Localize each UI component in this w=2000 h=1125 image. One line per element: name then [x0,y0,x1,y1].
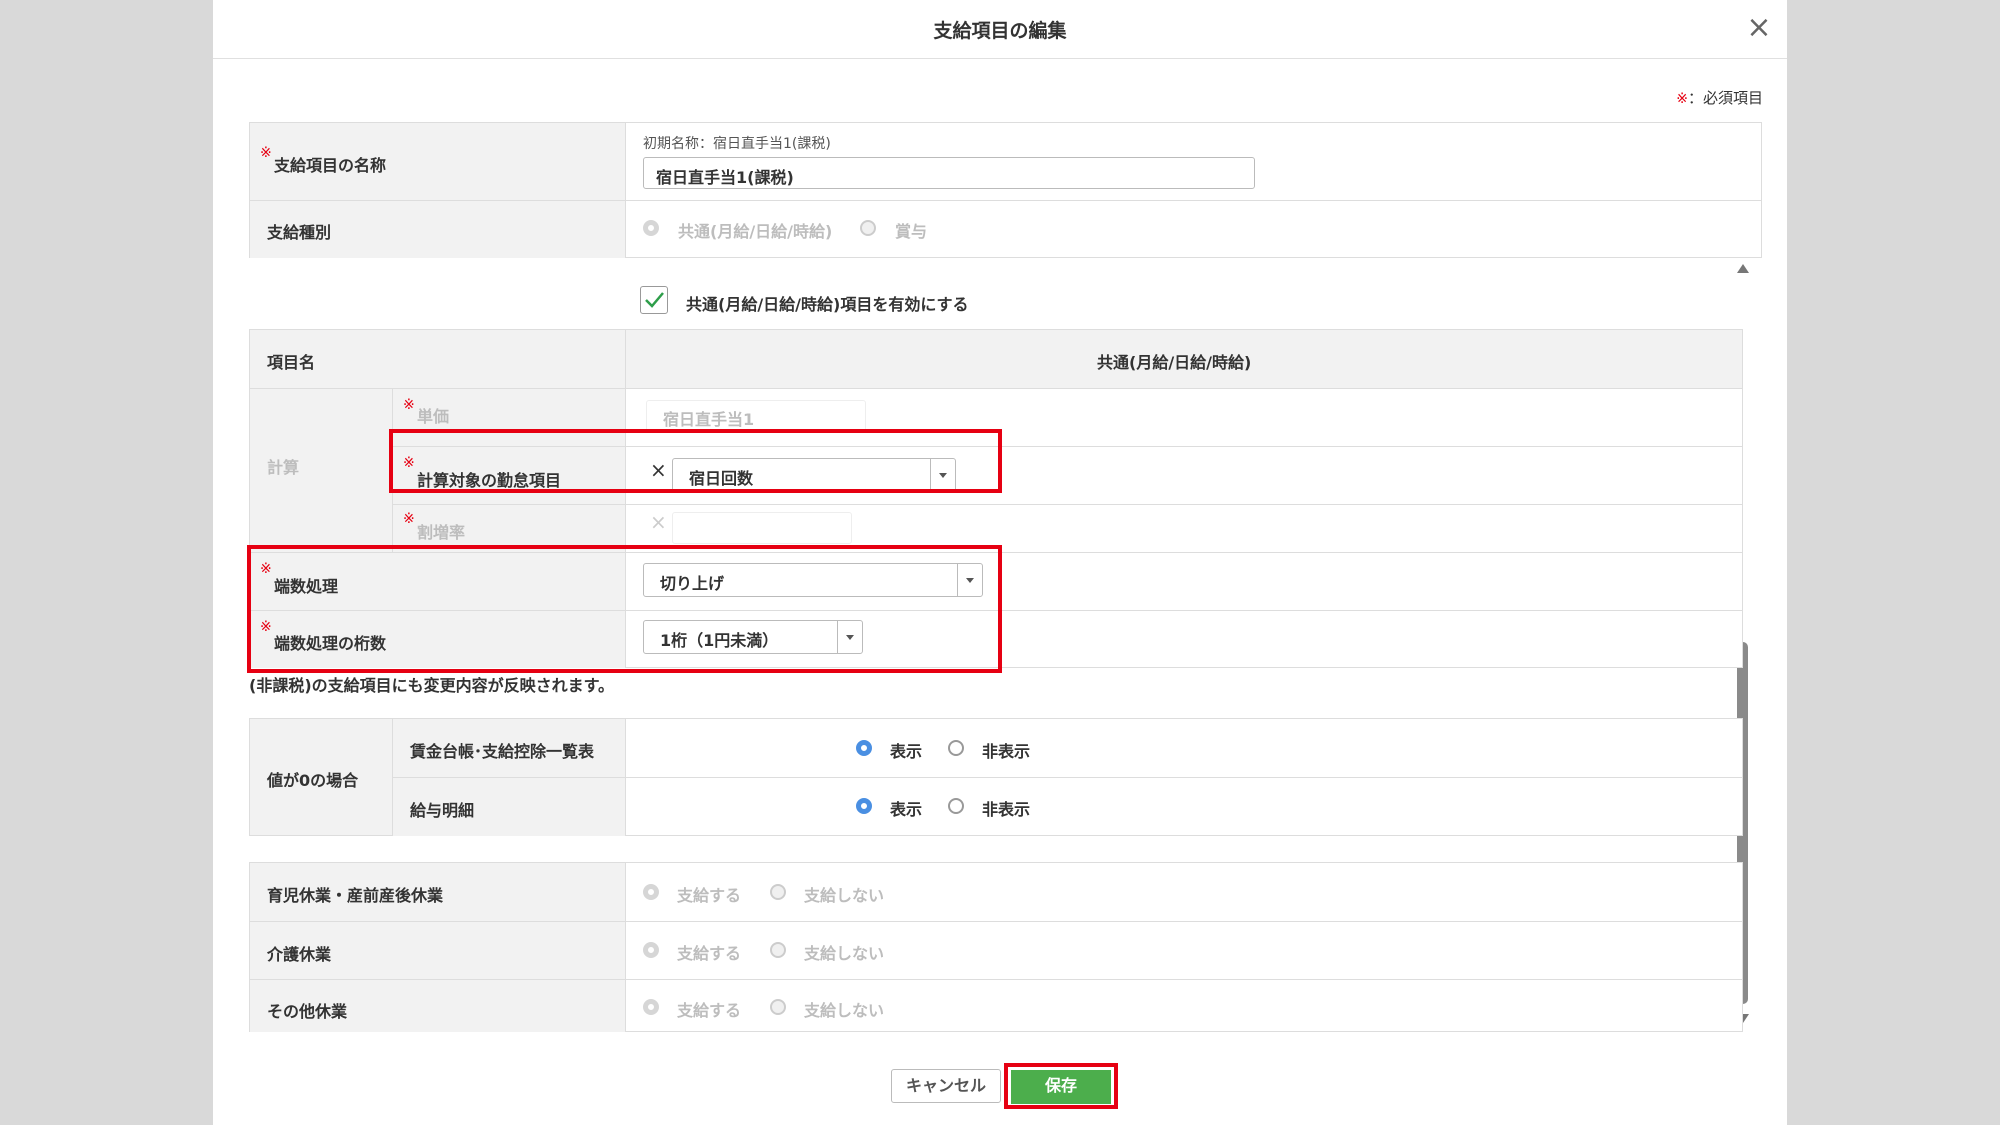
grid-row-divider [626,979,1742,981]
item-name-input[interactable]: 宿日直手当1(課税) [643,157,1255,189]
pay-type-row-divider [625,200,1761,202]
scroll-up-arrow-icon[interactable] [1737,264,1749,273]
grid-header-left-label: 項目名 [267,353,316,372]
childcare-pay-label: 支給する [677,886,742,905]
required-note-text: ：必須項目 [1687,89,1763,107]
required-note: ※：必須項目 [1653,87,1763,108]
ledger-label-cell: 賃金台帳･支給控除一覧表 [393,719,626,777]
ledger-show-label: 表示 [890,742,923,761]
ledger-show-radio[interactable] [856,740,872,756]
calc-group-cell: 計算 [250,388,393,553]
ledger-label: 賃金台帳･支給控除一覧表 [410,742,595,761]
other-pay-radio[interactable] [643,999,659,1015]
ledger-hide-radio[interactable] [948,740,964,756]
edit-pay-item-modal: 支給項目の編集 × ※：必須項目 ※ 支給項目の名称 初期名称：宿日直手当1(課… [213,0,1787,1125]
required-mark: ※ [403,511,415,527]
payslip-show-label: 表示 [890,800,923,819]
enable-checkbox-label: 共通(月給/日給/時給)項目を有効にする [686,295,969,314]
attendance-item-highlight [389,429,1002,493]
payslip-hide-radio[interactable] [948,798,964,814]
grid-row-divider [626,921,1742,923]
other-leave-label-cell: その他休業 [250,979,626,1032]
ledger-hide-label: 非表示 [982,742,1031,761]
childcare-leave-label-cell: 育児休業・産前産後休業 [250,863,626,921]
nursing-pay-radio[interactable] [643,942,659,958]
other-leave-label: その他休業 [267,1002,348,1021]
grid-row-divider [626,777,1742,779]
payslip-hide-label: 非表示 [982,800,1031,819]
childcare-nopay-label: 支給しない [804,886,885,905]
modal-header: 支給項目の編集 × [213,0,1787,59]
nursing-nopay-label: 支給しない [804,944,885,963]
nursing-nopay-radio[interactable] [770,942,786,958]
childcare-leave-label: 育児休業・産前産後休業 [267,886,444,905]
calc-group-label: 計算 [267,458,300,477]
childcare-pay-radio[interactable] [643,884,659,900]
childcare-nopay-radio[interactable] [770,884,786,900]
zero-value-table: 値が0の場合 賃金台帳･支給控除一覧表 表示 非表示 給与明細 表示 非表示 [249,718,1743,836]
pay-type-label-cell: 支給種別 [250,200,626,258]
save-button[interactable]: 保存 [1011,1070,1111,1104]
nursing-leave-label: 介護休業 [267,945,332,964]
grid-header-right: 共通(月給/日給/時給) [626,330,1742,388]
pay-type-label: 支給種別 [267,223,332,242]
initial-name-hint: 初期名称：宿日直手当1(課税) [643,136,831,152]
payslip-show-radio[interactable] [856,798,872,814]
close-icon[interactable]: × [1743,12,1775,44]
other-nopay-radio[interactable] [770,999,786,1015]
modal-title: 支給項目の編集 [933,20,1067,42]
rounding-highlight [247,545,1002,673]
item-name-label: 支給項目の名称 [274,156,387,175]
nursing-leave-label-cell: 介護休業 [250,921,626,980]
enable-checkbox[interactable] [640,286,668,314]
pay-type-common-label: 共通(月給/日給/時給) [678,222,833,241]
check-icon [645,292,664,308]
premium-rate-label: 割増率 [417,523,466,542]
payslip-label: 給与明細 [410,801,475,820]
grid-header-right-label: 共通(月給/日給/時給) [1097,353,1252,372]
notice-text: (非課税)の支給項目にも変更内容が反映されます。 [249,676,615,695]
nursing-pay-label: 支給する [677,944,742,963]
zero-value-group-label: 値が0の場合 [267,771,359,790]
item-name-value: 宿日直手当1(課税) [656,168,794,187]
zero-value-group-cell: 値が0の場合 [250,719,393,835]
item-name-label-cell: ※ 支給項目の名称 [250,123,626,200]
other-nopay-label: 支給しない [804,1001,885,1020]
required-mark: ※ [403,397,415,413]
pay-type-bonus-radio[interactable] [860,220,876,236]
premium-rate-input[interactable] [672,512,852,544]
basic-info-table: ※ 支給項目の名称 初期名称：宿日直手当1(課税) 宿日直手当1(課税) 支給種… [249,122,1762,258]
required-mark: ※ [260,145,272,161]
required-mark: ※ [1676,91,1688,107]
unit-price-label: 単価 [417,407,450,426]
grid-row-divider [626,504,1742,506]
pay-type-common-radio[interactable] [643,220,659,236]
pay-type-bonus-label: 賞与 [895,222,928,241]
other-pay-label: 支給する [677,1001,742,1020]
grid-row-divider [626,388,1742,390]
clear-premium-icon[interactable]: × [650,510,667,534]
payslip-label-cell: 給与明細 [393,777,626,836]
unit-price-select[interactable]: 宿日直手当1 [646,400,866,432]
grid-header-left: 項目名 [250,330,626,388]
cancel-button[interactable]: キャンセル [891,1069,1001,1103]
leave-table: 育児休業・産前産後休業 支給する 支給しない 介護休業 支給する 支給しない そ… [249,862,1743,1032]
unit-price-value: 宿日直手当1 [663,410,755,429]
